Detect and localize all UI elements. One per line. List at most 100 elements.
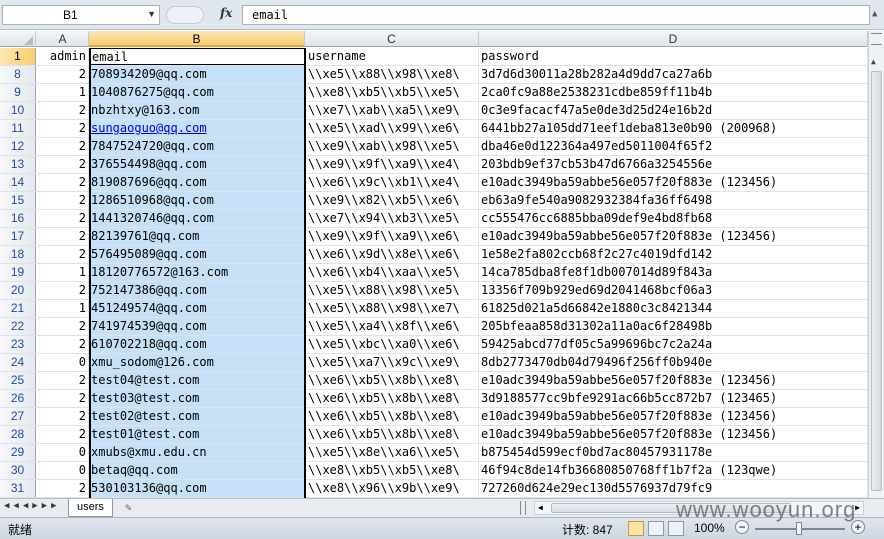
row-header[interactable]: 30: [0, 462, 36, 479]
cell-email[interactable]: nbzhtxy@163.com: [89, 102, 305, 119]
column-header-c[interactable]: C: [305, 31, 479, 47]
cell-password[interactable]: 203bdb9ef37cb53b47d6766a3254556e: [479, 156, 868, 173]
cell-email[interactable]: 819087696@qq.com: [89, 174, 305, 191]
cell-username[interactable]: \\xe9\\x9f\\xa9\\xe4\: [305, 156, 479, 173]
cell-password[interactable]: 3d9188577cc9bfe9291ac66b5cc872b7 (123465…: [479, 390, 868, 407]
cell-email[interactable]: sungaoguo@qq.com: [89, 120, 305, 137]
cell-username[interactable]: \\xe8\\xb5\\xb5\\xe5\: [305, 84, 479, 101]
cell-email[interactable]: test04@test.com: [89, 372, 305, 389]
select-all-corner[interactable]: [0, 31, 36, 47]
row-header[interactable]: 9: [0, 84, 36, 101]
vertical-scroll-thumb[interactable]: [871, 71, 882, 491]
cell-email[interactable]: test01@test.com: [89, 426, 305, 443]
cell-email[interactable]: 7847524720@qq.com: [89, 138, 305, 155]
cell-password[interactable]: password: [479, 48, 868, 65]
row-header[interactable]: 23: [0, 336, 36, 353]
cell-email[interactable]: 530103136@qq.com: [89, 480, 305, 497]
cell-email[interactable]: betaq@qq.com: [89, 462, 305, 479]
cell-admin[interactable]: 0: [37, 354, 89, 371]
cell-email[interactable]: 376554498@qq.com: [89, 156, 305, 173]
cell-admin[interactable]: 2: [37, 210, 89, 227]
row-header[interactable]: 19: [0, 264, 36, 281]
cell-password[interactable]: cc555476cc6885bba09def9e4bd8fb68: [479, 210, 868, 227]
cell-password[interactable]: 727260d624e29ec130d5576937d79fc9: [479, 480, 868, 497]
cell-admin[interactable]: 2: [37, 390, 89, 407]
scroll-up-icon[interactable]: ▲: [871, 57, 876, 66]
cell-admin[interactable]: 2: [37, 66, 89, 83]
cell-email[interactable]: xmubs@xmu.edu.cn: [89, 444, 305, 461]
cell-username[interactable]: \\xe6\\xb5\\x8b\\xe8\: [305, 372, 479, 389]
row-header[interactable]: 16: [0, 210, 36, 227]
cell-admin[interactable]: 2: [37, 138, 89, 155]
cell-password[interactable]: e10adc3949ba59abbe56e057f20f883e (123456…: [479, 174, 868, 191]
column-header-a[interactable]: A: [37, 31, 89, 47]
cell-password[interactable]: 46f94c8de14fb36680850768ff1b7f2a (123qwe…: [479, 462, 868, 479]
cell-username[interactable]: \\xe7\\xab\\xa5\\xe9\: [305, 102, 479, 119]
cell-password[interactable]: 61825d021a5d66842e1880c3c8421344: [479, 300, 868, 317]
cell-username[interactable]: \\xe5\\xa7\\x9c\\xe9\: [305, 354, 479, 371]
cell-username[interactable]: \\xe5\\x8e\\xa6\\xe5\: [305, 444, 479, 461]
row-header[interactable]: 20: [0, 282, 36, 299]
row-header[interactable]: 29: [0, 444, 36, 461]
cell-username[interactable]: \\xe6\\x9c\\xb1\\xe4\: [305, 174, 479, 191]
cell-admin[interactable]: 0: [37, 444, 89, 461]
cell-username[interactable]: \\xe6\\xb5\\x8b\\xe8\: [305, 390, 479, 407]
insert-function-icon[interactable]: fx: [220, 6, 232, 20]
cell-username[interactable]: \\xe9\\x9f\\xa9\\xe6\: [305, 228, 479, 245]
zoom-level[interactable]: 100%: [694, 521, 725, 535]
cell-admin[interactable]: 2: [37, 372, 89, 389]
cell-admin[interactable]: 2: [37, 192, 89, 209]
cell-email[interactable]: 1286510968@qq.com: [89, 192, 305, 209]
row-header[interactable]: 11: [0, 120, 36, 137]
cell-admin[interactable]: 2: [37, 102, 89, 119]
row-header[interactable]: 25: [0, 372, 36, 389]
cell-email[interactable]: 576495089@qq.com: [89, 246, 305, 263]
cell-email[interactable]: 741974539@qq.com: [89, 318, 305, 335]
normal-view-icon[interactable]: [628, 521, 644, 536]
cell-admin[interactable]: 2: [37, 228, 89, 245]
vertical-scrollbar[interactable]: ▲: [868, 31, 884, 498]
cell-username[interactable]: \\xe8\\x96\\x9b\\xe9\: [305, 480, 479, 497]
cell-email[interactable]: 752147386@qq.com: [89, 282, 305, 299]
cell-admin[interactable]: 2: [37, 282, 89, 299]
cell-username[interactable]: \\xe7\\x94\\xb3\\xe5\: [305, 210, 479, 227]
cell-email[interactable]: 18120776572@163.com: [89, 264, 305, 281]
cell-admin[interactable]: 2: [37, 120, 89, 137]
cell-username[interactable]: \\xe5\\x88\\x98\\xe7\: [305, 300, 479, 317]
page-break-view-icon[interactable]: [668, 521, 684, 536]
row-header[interactable]: 26: [0, 390, 36, 407]
formula-cancel-button[interactable]: [166, 6, 204, 24]
scroll-left-icon[interactable]: ◀: [538, 503, 543, 512]
cell-admin[interactable]: 2: [37, 426, 89, 443]
sheet-nav-arrows-icon[interactable]: ◀◀◀▶▶▶: [4, 501, 61, 511]
row-header[interactable]: 28: [0, 426, 36, 443]
cell-email[interactable]: 1441320746@qq.com: [89, 210, 305, 227]
chevron-down-icon[interactable]: ▼: [147, 9, 156, 19]
cell-admin[interactable]: 2: [37, 480, 89, 497]
sheet-tab-users[interactable]: users: [68, 499, 113, 517]
cell-admin[interactable]: 0: [37, 462, 89, 479]
row-header[interactable]: 22: [0, 318, 36, 335]
cell-admin[interactable]: 2: [37, 336, 89, 353]
cell-admin[interactable]: 2: [37, 156, 89, 173]
cell-username[interactable]: \\xe8\\xb5\\xb5\\xe8\: [305, 462, 479, 479]
cell-admin[interactable]: 2: [37, 408, 89, 425]
cell-email[interactable]: xmu_sodom@126.com: [89, 354, 305, 371]
cell-password[interactable]: e10adc3949ba59abbe56e057f20f883e (123456…: [479, 426, 868, 443]
row-header[interactable]: 17: [0, 228, 36, 245]
cell-password[interactable]: b875454d599ecf0bd7ac80457931178e: [479, 444, 868, 461]
cell-email[interactable]: 708934209@qq.com: [89, 66, 305, 83]
row-header[interactable]: 24: [0, 354, 36, 371]
cell-email[interactable]: 610702218@qq.com: [89, 336, 305, 353]
row-header[interactable]: 14: [0, 174, 36, 191]
row-header[interactable]: 27: [0, 408, 36, 425]
expand-formula-icon[interactable]: ▲: [872, 5, 884, 25]
cell-admin[interactable]: 1: [37, 264, 89, 281]
cell-username[interactable]: \\xe6\\xb5\\x8b\\xe8\: [305, 426, 479, 443]
column-header-b[interactable]: B: [89, 31, 305, 47]
cell-username[interactable]: \\xe5\\xa4\\x8f\\xe6\: [305, 318, 479, 335]
cell-password[interactable]: e10adc3949ba59abbe56e057f20f883e (123456…: [479, 372, 868, 389]
cell-username[interactable]: \\xe6\\xb4\\xaa\\xe5\: [305, 264, 479, 281]
cell-admin[interactable]: 2: [37, 174, 89, 191]
cell-admin[interactable]: 1: [37, 84, 89, 101]
